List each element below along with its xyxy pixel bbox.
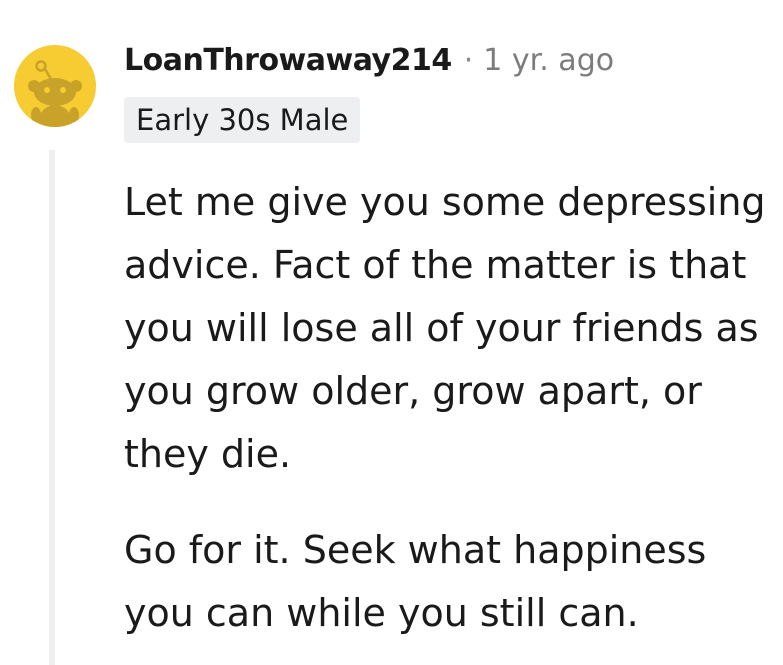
comment-timestamp[interactable]: 1 yr. ago (483, 43, 614, 78)
user-flair: Early 30s Male (124, 97, 361, 143)
comment-paragraph: Let me give you some depressing advice. … (124, 180, 766, 476)
thread-line[interactable] (49, 150, 55, 665)
meta-separator: · (463, 42, 474, 78)
comment-paragraph: Go for it. Seek what happiness you can w… (124, 528, 707, 635)
author-username[interactable]: LoanThrowaway214 (124, 43, 452, 78)
comment-body: Let me give you some depressing advice. … (124, 171, 774, 645)
comment: LoanThrowaway214 · 1 yr. ago Early 30s M… (0, 0, 783, 665)
snoo-avatar-icon (28, 60, 82, 127)
user-avatar[interactable] (14, 45, 96, 127)
comment-header: LoanThrowaway214 · 1 yr. ago (124, 38, 614, 82)
